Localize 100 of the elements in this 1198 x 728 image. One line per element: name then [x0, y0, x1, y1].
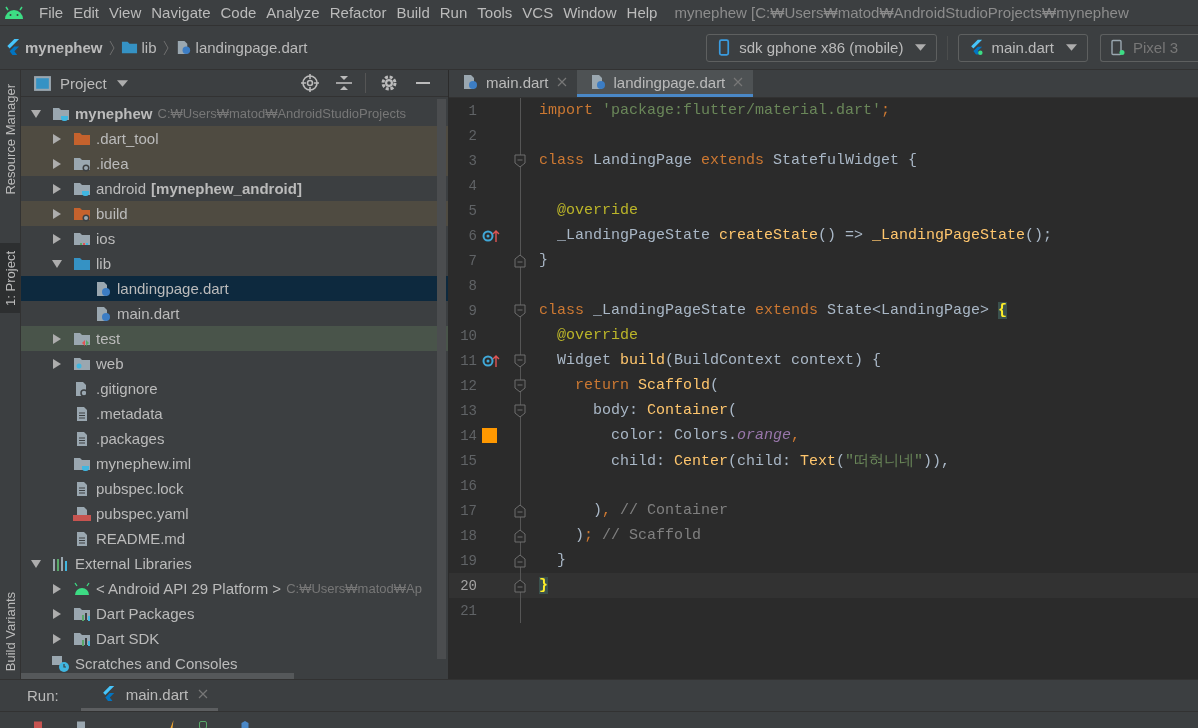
tree-item[interactable]: main.dart — [21, 301, 448, 326]
tree-item[interactable]: .packages — [21, 426, 448, 451]
close-icon[interactable] — [556, 77, 567, 87]
device-selector[interactable]: sdk gphone x86 (mobile) — [706, 33, 938, 62]
tree-item[interactable]: .idea — [21, 151, 448, 176]
tree-item[interactable]: .metadata — [21, 401, 448, 426]
item-label: android — [96, 180, 147, 197]
color-swatch[interactable] — [482, 428, 497, 443]
tree-item[interactable]: web — [21, 351, 448, 376]
expand-arrow-icon[interactable] — [52, 133, 62, 144]
tree-item[interactable]: ios — [21, 226, 448, 251]
tree-item[interactable]: mynephew C:₩Users₩matod₩AndroidStudioProjects — [21, 101, 448, 126]
collapse-arrow-icon[interactable] — [31, 108, 41, 119]
side-tab[interactable]: Build Variants — [0, 583, 20, 679]
fold-marker-icon[interactable] — [514, 528, 526, 543]
menu-item[interactable]: View — [106, 4, 145, 21]
line-number: 15 — [459, 452, 477, 469]
tree-item[interactable]: mynephew.iml — [21, 451, 448, 476]
window-icon — [33, 74, 52, 92]
menu-item[interactable]: Build — [393, 4, 433, 21]
expand-arrow-icon[interactable] — [52, 158, 62, 169]
tree-item[interactable]: Scratches and Consoles — [21, 651, 448, 676]
locate-icon[interactable] — [301, 74, 319, 92]
menu-item[interactable]: Help — [623, 4, 661, 21]
override-marker-icon[interactable] — [482, 353, 500, 368]
item-label: Dart SDK — [96, 630, 160, 647]
expand-arrow-icon[interactable] — [52, 358, 62, 369]
library-folder-icon — [73, 630, 91, 647]
side-tab[interactable]: Resource Manager — [0, 76, 20, 203]
fold-marker-icon[interactable] — [514, 153, 526, 168]
scrollbar[interactable] — [437, 99, 446, 659]
menu-item[interactable]: Refactor — [326, 4, 390, 21]
override-marker-icon[interactable] — [482, 228, 500, 243]
expand-arrow-icon[interactable] — [52, 633, 62, 644]
tree-item[interactable]: Dart Packages — [21, 601, 448, 626]
tree-item[interactable]: Dart SDK — [21, 626, 448, 651]
breadcrumb[interactable]: mynephew — [25, 39, 103, 56]
code-text: import 'package:flutter/material.dart'; — [539, 102, 891, 119]
code-text: } — [556, 552, 566, 569]
item-label: README.md — [96, 530, 186, 547]
expand-arrow-icon[interactable] — [52, 183, 62, 194]
code-text: } — [539, 577, 548, 594]
tree-item[interactable]: .dart_tool — [21, 126, 448, 151]
tree-item[interactable]: External Libraries — [21, 551, 448, 576]
menu-item[interactable]: VCS — [519, 4, 557, 21]
menu-item[interactable]: Window — [560, 4, 620, 21]
tree-item[interactable]: android [mynephew_android] — [21, 176, 448, 201]
tree-item[interactable]: build — [21, 201, 448, 226]
breadcrumb[interactable]: landingpage.dart — [195, 39, 308, 56]
code-text: color: Colors.orange, — [610, 427, 801, 444]
fold-marker-icon[interactable] — [514, 353, 526, 368]
fold-marker-icon[interactable] — [514, 253, 526, 268]
fold-marker-icon[interactable] — [514, 303, 526, 318]
menu-item[interactable]: Run — [436, 4, 471, 21]
menu-item[interactable]: File — [36, 4, 67, 21]
fold-marker-icon[interactable] — [514, 553, 526, 568]
collapse-all-icon[interactable] — [335, 74, 353, 92]
line-number: 8 — [467, 277, 477, 294]
settings-icon[interactable] — [380, 74, 398, 92]
item-label: web — [96, 355, 124, 372]
editor-tab[interactable]: main.dart — [449, 70, 577, 97]
item-label: mynephew — [75, 105, 153, 122]
tree-item[interactable]: landingpage.dart — [21, 276, 448, 301]
tree-item[interactable]: test — [21, 326, 448, 351]
code-text: ), // Container — [592, 502, 729, 519]
editor-tab[interactable]: landingpage.dart — [576, 70, 754, 97]
scrollbar[interactable] — [21, 673, 294, 679]
module-folder-icon — [73, 180, 91, 197]
menu-item[interactable]: Analyze — [263, 4, 323, 21]
panel-title[interactable]: Project — [60, 74, 107, 92]
expand-arrow-icon[interactable] — [52, 608, 62, 619]
collapse-arrow-icon[interactable] — [31, 558, 41, 569]
close-icon[interactable] — [198, 689, 209, 699]
item-label: main.dart — [117, 305, 180, 322]
breadcrumb[interactable]: lib — [141, 39, 157, 56]
gear-folder-icon — [73, 155, 91, 172]
tree-item[interactable]: .gitignore — [21, 376, 448, 401]
menu-item[interactable]: Navigate — [148, 4, 214, 21]
tree-item[interactable]: lib — [21, 251, 448, 276]
expand-arrow-icon[interactable] — [52, 583, 62, 594]
fold-marker-icon[interactable] — [514, 378, 526, 393]
run-tab[interactable]: main.dart — [80, 680, 219, 711]
expand-arrow-icon[interactable] — [52, 233, 62, 244]
tree-item[interactable]: < Android API 29 Platform > C:₩Users₩matod₩Ap — [21, 576, 448, 601]
fold-marker-icon[interactable] — [514, 403, 526, 418]
caret-icon[interactable] — [116, 79, 128, 87]
expand-arrow-icon[interactable] — [52, 208, 62, 219]
menu-item[interactable]: Tools — [474, 4, 516, 21]
device-icon — [1110, 39, 1125, 56]
collapse-arrow-icon[interactable] — [52, 258, 62, 269]
fold-marker-icon[interactable] — [514, 578, 526, 593]
side-tab[interactable]: 1: Project — [0, 242, 20, 314]
fold-marker-icon[interactable] — [514, 503, 526, 518]
run-config-selector[interactable]: main.dart — [958, 33, 1088, 62]
tree-item[interactable]: pubspec.lock — [21, 476, 448, 501]
expand-arrow-icon[interactable] — [52, 333, 62, 344]
menu-item[interactable]: Edit — [70, 4, 103, 21]
tree-item[interactable]: README.md — [21, 526, 448, 551]
menu-item[interactable]: Code — [217, 4, 260, 21]
tree-item[interactable]: pubspec.yaml — [21, 501, 448, 526]
